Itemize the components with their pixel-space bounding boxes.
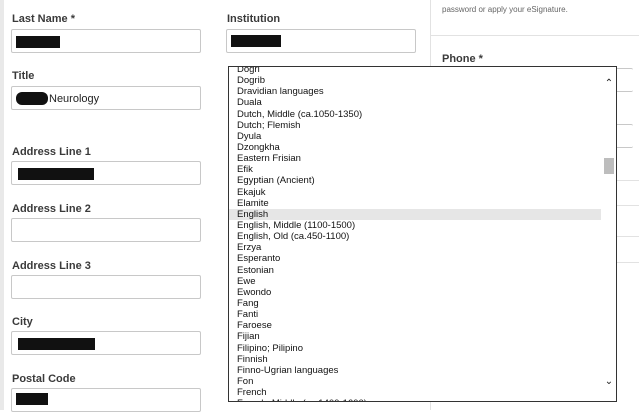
address-line-2-field[interactable] [11,218,201,242]
title-value: Neurology [49,93,100,105]
dropdown-option[interactable]: Erzya [229,242,602,253]
redacted-text [16,36,60,48]
right-field[interactable] [615,124,633,148]
left-gutter [0,0,4,410]
dropdown-option[interactable]: French, Middle (ca.1400-1600) [229,398,602,401]
title-field[interactable]: Neurology [11,86,201,110]
address-line-1-label: Address Line 1 [12,146,91,158]
right-panel-divider [430,35,639,36]
dropdown-option[interactable]: Eastern Frisian [229,153,602,164]
dropdown-option[interactable]: English, Old (ca.450-1100) [229,231,602,242]
dropdown-option[interactable]: Faroese [229,320,602,331]
last-name-label: Last Name * [12,13,75,25]
dropdown-option[interactable]: Finnish [229,354,602,365]
dropdown-option[interactable]: English, Middle (1100-1500) [229,220,602,231]
dropdown-option[interactable]: Filipino; Pilipino [229,343,602,354]
postal-code-label: Postal Code [12,373,76,385]
city-field[interactable] [11,331,201,355]
address-line-3-field[interactable] [11,275,201,299]
dropdown-option[interactable]: Fon [229,376,602,387]
dropdown-option[interactable]: Elamite [229,198,602,209]
redacted-text [16,92,48,105]
institution-label: Institution [227,13,281,25]
dropdown-option[interactable]: Fijian [229,331,602,342]
address-line-3-label: Address Line 3 [12,260,91,272]
dropdown-option[interactable]: Dravidian languages [229,86,602,97]
dropdown-option[interactable]: Ekajuk [229,187,602,198]
dropdown-option[interactable]: Esperanto [229,253,602,264]
institution-field[interactable] [226,29,416,53]
dropdown-scrollbar[interactable]: ⌃ ⌄ [601,67,616,401]
signature-note: password or apply your eSignature. [442,5,568,14]
dropdown-option[interactable]: Ewondo [229,287,602,298]
redacted-text [18,338,95,350]
redacted-text [16,393,48,405]
dropdown-option[interactable]: Fang [229,298,602,309]
dropdown-option[interactable]: Estonian [229,265,602,276]
scrollbar-thumb[interactable] [604,158,614,174]
dropdown-option[interactable]: Egyptian (Ancient) [229,175,602,186]
title-label: Title [12,70,35,82]
dropdown-option[interactable]: Dutch, Middle (ca.1050-1350) [229,109,602,120]
dropdown-option[interactable]: Duala [229,97,602,108]
dropdown-option[interactable]: Dzongkha [229,142,602,153]
postal-code-field[interactable] [11,388,201,412]
language-dropdown-list[interactable]: Dogri Dogrib Dravidian languages Duala Dutch… [228,66,617,402]
dropdown-option[interactable]: Dutch; Flemish [229,120,602,131]
city-label: City [12,316,33,328]
dropdown-option[interactable]: English [229,208,602,220]
address-line-1-field[interactable] [11,161,201,185]
dropdown-option[interactable]: French [229,387,602,398]
dropdown-option[interactable]: Fanti [229,309,602,320]
dropdown-option[interactable]: Efik [229,164,602,175]
redacted-text [231,35,281,47]
last-name-field[interactable] [11,29,201,53]
phone-label: Phone * [442,53,483,65]
dropdown-option[interactable]: Dogri [229,67,602,75]
address-line-2-label: Address Line 2 [12,203,91,215]
dropdown-option[interactable]: Dogrib [229,75,602,86]
phone-field[interactable] [615,68,633,92]
dropdown-options: Dogri Dogrib Dravidian languages Duala Dutch… [229,67,602,401]
scroll-up-icon[interactable]: ⌃ [604,79,614,89]
scroll-down-icon[interactable]: ⌄ [604,377,614,387]
redacted-text [18,168,94,180]
dropdown-option[interactable]: Ewe [229,276,602,287]
dropdown-option[interactable]: Dyula [229,131,602,142]
dropdown-option[interactable]: Finno-Ugrian languages [229,365,602,376]
